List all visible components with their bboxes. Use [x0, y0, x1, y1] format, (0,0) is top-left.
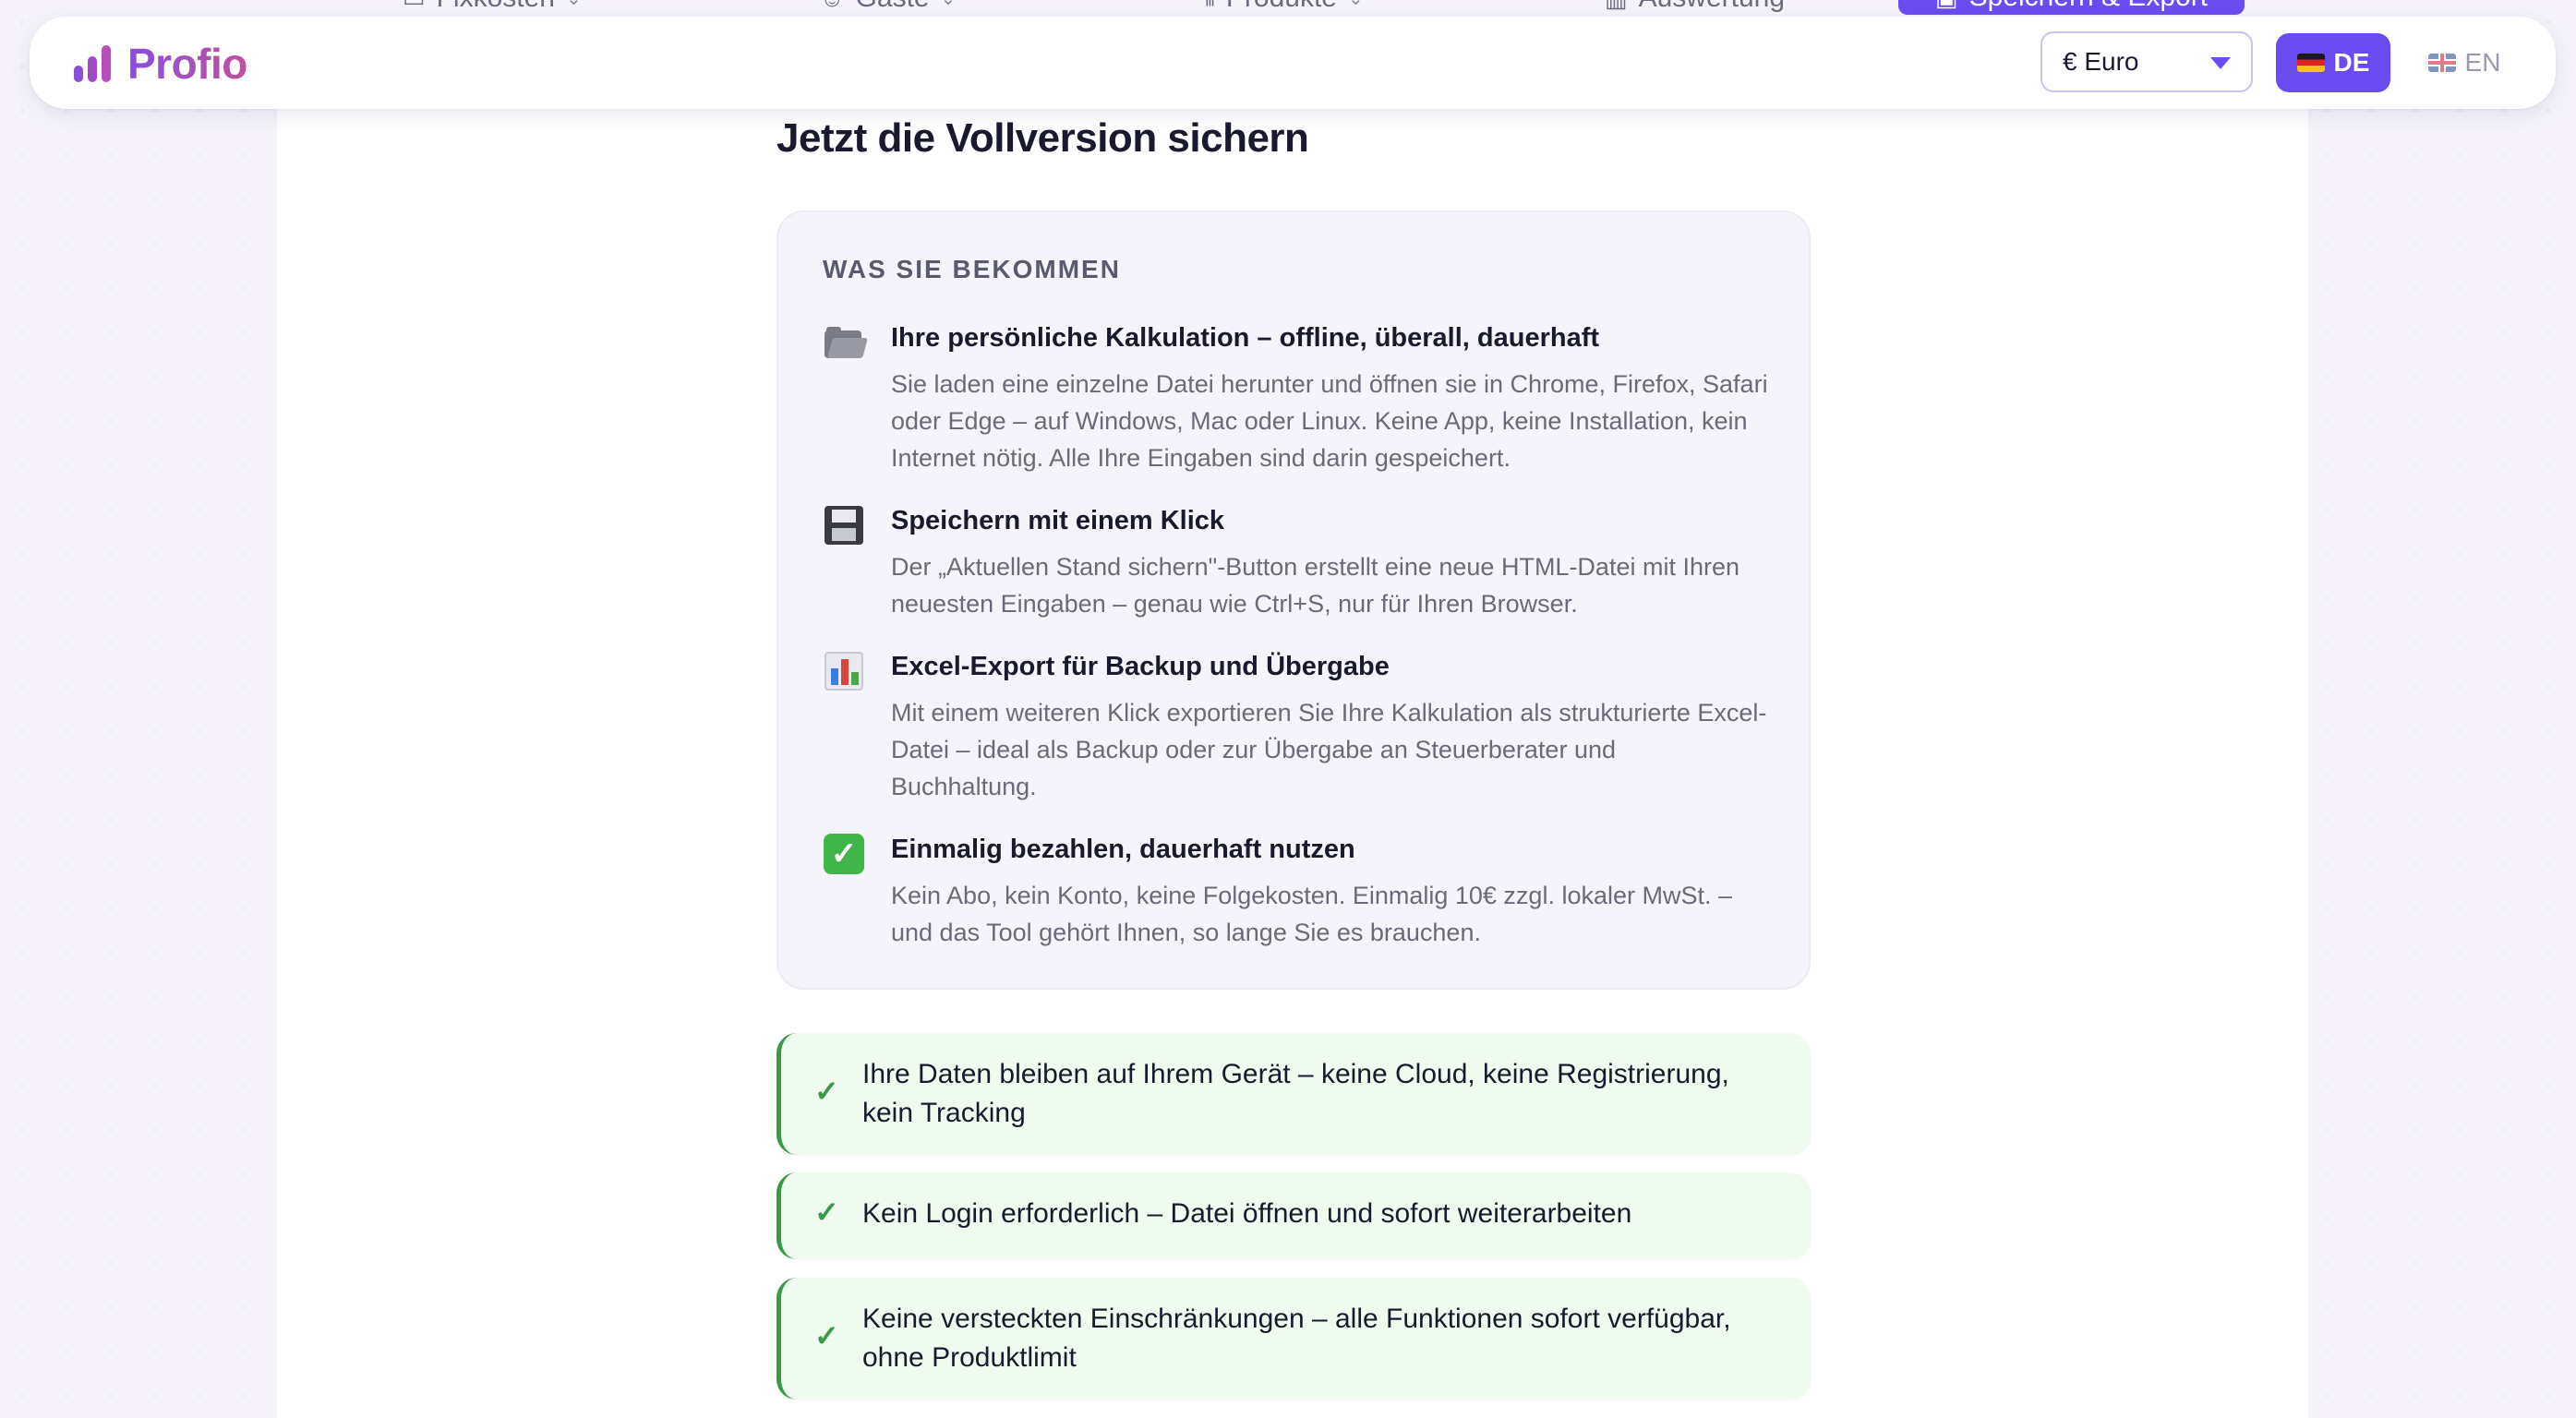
benefit-title: Speichern mit einem Klick	[891, 506, 1225, 535]
language-en-button[interactable]: EN	[2413, 33, 2515, 92]
benefit-description: Der „Aktuellen Stand sichern"-Button ers…	[891, 553, 1740, 618]
currency-value: € Euro	[2063, 47, 2139, 76]
check-icon: ✓	[814, 1075, 839, 1108]
assurance-item: ✓ Keine versteckten Einschränkungen – al…	[776, 1278, 1811, 1400]
benefit-description: Mit einem weiteren Klick exportieren Sie…	[891, 699, 1767, 800]
benefit-item: ✓ Einmalig bezahlen, dauerhaft nutzen Ke…	[823, 833, 1783, 953]
bar-chart-icon	[823, 650, 865, 692]
benefit-item: Excel-Export für Backup und Übergabe Mit…	[823, 650, 1783, 807]
save-icon: ▣	[1935, 0, 1958, 12]
top-header: Profio € Euro DE EN	[30, 17, 2556, 109]
german-flag-icon	[2296, 54, 2325, 72]
assurance-text: Ihre Daten bleiben auf Ihrem Gerät – kei…	[862, 1059, 1729, 1128]
products-icon: ⫴	[1205, 0, 1215, 13]
tab-produkte[interactable]: ⫴ Produkte ⌄	[1205, 0, 1364, 17]
currency-select[interactable]: € Euro	[2040, 31, 2253, 92]
benefits-card: WAS SIE BEKOMMEN Ihre persönliche Kalkul…	[776, 210, 1811, 990]
card-label: WAS SIE BEKOMMEN	[823, 255, 1121, 283]
logo-text: Profio	[127, 40, 247, 88]
tab-gaeste[interactable]: ☺ Gäste ⌄	[820, 0, 956, 17]
language-de-button[interactable]: DE	[2276, 33, 2390, 92]
chart-icon: ▥	[1605, 0, 1628, 13]
benefit-title: Excel-Export für Backup und Übergabe	[891, 652, 1390, 681]
chevron-down-icon: ⌄	[566, 0, 582, 10]
tab-fixkosten[interactable]: ▭ Fixkosten ⌄	[403, 0, 582, 17]
chevron-down-icon: ⌄	[941, 0, 957, 10]
users-icon: ☺	[820, 0, 845, 13]
benefit-description: Kein Abo, kein Konto, keine Folgekosten.…	[891, 882, 1732, 946]
logo[interactable]: Profio	[72, 40, 247, 88]
benefit-description: Sie laden eine einzelne Datei herunter u…	[891, 370, 1768, 472]
caret-down-icon	[2210, 57, 2231, 69]
benefit-title: Einmalig bezahlen, dauerhaft nutzen	[891, 835, 1355, 864]
page-title: Jetzt die Vollversion sichern	[776, 115, 1309, 161]
file-icon: ▭	[403, 0, 426, 13]
assurance-text: Keine versteckten Einschränkungen – alle…	[862, 1304, 1731, 1373]
check-icon: ✓	[814, 1196, 839, 1229]
tab-strip: ▭ Fixkosten ⌄ ☺ Gäste ⌄ ⫴ Produkte ⌄ ▥ A…	[0, 0, 2576, 18]
chevron-down-icon: ⌄	[1348, 0, 1364, 10]
folder-icon	[823, 321, 868, 364]
benefit-title: Ihre persönliche Kalkulation – offline, …	[891, 323, 1600, 353]
assurance-text: Kein Login erforderlich – Datei öffnen u…	[862, 1198, 1632, 1229]
check-icon: ✓	[814, 1319, 839, 1352]
benefit-item: Ihre persönliche Kalkulation – offline, …	[823, 321, 1783, 478]
floppy-disk-icon	[823, 504, 865, 547]
assurance-item: ✓ Kein Login erforderlich – Datei öffnen…	[776, 1172, 1811, 1259]
bar-chart-logo-icon	[72, 43, 113, 84]
check-box-icon: ✓	[823, 833, 865, 875]
tab-auswertung[interactable]: ▥ Auswertung	[1605, 0, 1785, 17]
uk-flag-icon	[2427, 54, 2456, 72]
benefit-item: Speichern mit einem Klick Der „Aktuellen…	[823, 504, 1783, 624]
tab-speichern-export[interactable]: ▣ Speichern & Export	[1898, 0, 2245, 15]
assurance-item: ✓ Ihre Daten bleiben auf Ihrem Gerät – k…	[776, 1033, 1811, 1155]
